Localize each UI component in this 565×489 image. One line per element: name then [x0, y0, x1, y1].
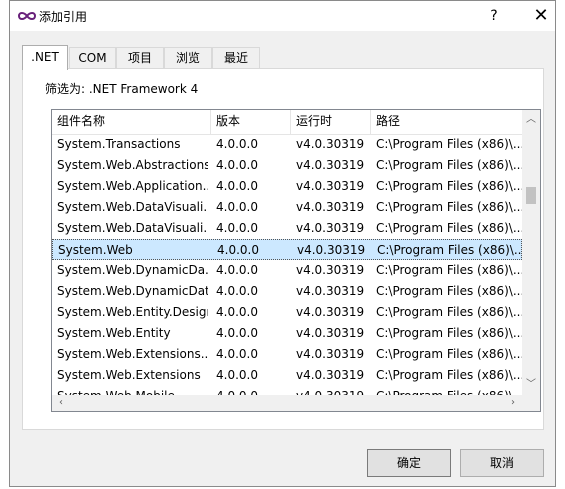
scroll-up-arrow-icon[interactable]: ︿ [522, 112, 540, 128]
cell-runtime: v4.0.30319 [297, 243, 366, 257]
table-row[interactable]: System.Web.DataVisuali... 4.0.0.0 v4.0.303… [52, 197, 522, 218]
cell-version: 4.0.0.0 [216, 326, 258, 340]
cell-version: 4.0.0.0 [216, 368, 258, 382]
cell-name: System.Web [58, 243, 133, 257]
cell-path: C:\Program Files (x86)\... [376, 347, 522, 361]
tab-projects[interactable]: 项目 [116, 47, 164, 68]
table-row[interactable]: System.Web.Application... 4.0.0.0 v4.0.303… [52, 176, 522, 197]
cell-name: System.Web.DynamicData [57, 284, 208, 298]
cell-path: C:\Program Files (x86)\... [377, 243, 522, 257]
vertical-scrollbar[interactable]: ︿ ﹀ [522, 110, 540, 395]
table-row[interactable]: System.Web.Extensions.... 4.0.0.0 v4.0.303… [52, 344, 522, 365]
tab-panel: 筛选为: .NET Framework 4 组件名称 版本 运行时 路径 Sys… [22, 68, 544, 430]
scroll-down-arrow-icon[interactable]: ﹀ [522, 377, 540, 393]
tab-dotnet[interactable]: .NET [22, 45, 68, 70]
cell-version: 4.0.0.0 [216, 137, 258, 151]
cell-name: System.Transactions [57, 137, 181, 151]
cell-path: C:\Program Files (x86)\... [376, 158, 522, 172]
table-row[interactable]: System.Web.Abstractions 4.0.0.0 v4.0.30319… [52, 155, 522, 176]
filter-label: 筛选为: .NET Framework 4 [45, 82, 199, 96]
cell-path: C:\Program Files (x86)\... [376, 326, 522, 340]
table-row[interactable]: System.Web.Extensions 4.0.0.0 v4.0.30319 C:… [52, 365, 522, 386]
cell-runtime: v4.0.30319 [296, 368, 365, 382]
cell-runtime: v4.0.30319 [296, 137, 365, 151]
table-row[interactable]: System.Web.DynamicData 4.0.0.0 v4.0.30319 C… [52, 281, 522, 302]
cell-name: System.Web.Extensions.... [57, 347, 208, 361]
cell-name: System.Web.Entity [57, 326, 171, 340]
cell-version: 4.0.0.0 [216, 221, 258, 235]
cell-version: 4.0.0.0 [216, 305, 258, 319]
cell-version: 4.0.0.0 [216, 200, 258, 214]
window-title: 添加引用 [39, 10, 88, 24]
cell-name: System.Web.DynamicDa... [57, 263, 208, 277]
cell-path: C:\Program Files (x86)\... [376, 284, 522, 298]
cell-runtime: v4.0.30319 [296, 200, 365, 214]
cell-path: C:\Program Files (x86)\... [376, 200, 522, 214]
cell-path: C:\Program Files (x86)\... [376, 137, 522, 151]
scroll-right-arrow-icon[interactable]: › [504, 395, 522, 411]
cell-name: System.Web.DataVisuali... [57, 200, 208, 214]
tab-com[interactable]: COM [69, 47, 116, 68]
horizontal-scrollbar[interactable]: ‹ › [52, 395, 522, 411]
list-rows: System.Transactions 4.0.0.0 v4.0.30319 C:\P… [52, 134, 522, 396]
cell-path: C:\Program Files (x86)\... [376, 305, 522, 319]
cell-path: C:\Program Files (x86)\... [376, 179, 522, 193]
cell-name: System.Web.Application... [57, 179, 208, 193]
add-reference-dialog: 添加引用 ? ✕ .NET COM 项目 浏览 最近 筛选为: .NET Fra… [9, 0, 556, 487]
cell-version: 4.0.0.0 [216, 263, 258, 277]
column-header-name[interactable]: 组件名称 [52, 110, 211, 134]
tab-recent[interactable]: 最近 [212, 47, 260, 68]
visual-studio-icon [17, 12, 37, 20]
vertical-scroll-thumb[interactable] [526, 187, 536, 204]
table-row[interactable]: System.Web.Entity.Design 4.0.0.0 v4.0.3031… [52, 302, 522, 323]
list-header: 组件名称 版本 运行时 路径 [52, 110, 522, 135]
table-row[interactable]: System.Web.Entity 4.0.0.0 v4.0.30319 C:\Pro… [52, 323, 522, 344]
close-button[interactable]: ✕ [527, 5, 555, 27]
cell-name: System.Web.Abstractions [57, 158, 208, 172]
cell-version: 4.0.0.0 [216, 347, 258, 361]
cell-runtime: v4.0.30319 [296, 305, 365, 319]
component-list[interactable]: 组件名称 版本 运行时 路径 System.Transactions 4.0.0.… [51, 109, 541, 412]
cell-runtime: v4.0.30319 [296, 326, 365, 340]
cell-version: 4.0.0.0 [216, 179, 258, 193]
scroll-left-arrow-icon[interactable]: ‹ [52, 395, 70, 411]
cell-name: System.Web.Extensions [57, 368, 201, 382]
cancel-button[interactable]: 取消 [460, 449, 544, 477]
cell-runtime: v4.0.30319 [296, 263, 365, 277]
column-header-runtime[interactable]: 运行时 [291, 110, 371, 134]
title-bar: 添加引用 ? ✕ [10, 1, 555, 31]
table-row[interactable]: System.Web.DataVisuali... 4.0.0.0 v4.0.303… [52, 218, 522, 239]
cell-runtime: v4.0.30319 [296, 158, 365, 172]
ok-button[interactable]: 确定 [367, 449, 451, 477]
cell-runtime: v4.0.30319 [296, 179, 365, 193]
column-header-path[interactable]: 路径 [371, 110, 522, 134]
cell-path: C:\Program Files (x86)\... [376, 221, 522, 235]
tab-browse[interactable]: 浏览 [164, 47, 212, 68]
cell-version: 4.0.0.0 [216, 158, 258, 172]
scroll-corner [522, 395, 540, 411]
cell-runtime: v4.0.30319 [296, 221, 365, 235]
cell-runtime: v4.0.30319 [296, 347, 365, 361]
column-header-version[interactable]: 版本 [211, 110, 291, 134]
table-row-selected[interactable]: System.Web 4.0.0.0 v4.0.30319 C:\Program Fi… [52, 239, 522, 260]
cell-name: System.Web.Entity.Design [57, 305, 208, 319]
cell-version: 4.0.0.0 [217, 243, 259, 257]
table-row[interactable]: System.Web.DynamicDa... 4.0.0.0 v4.0.30319… [52, 260, 522, 281]
cell-runtime: v4.0.30319 [296, 284, 365, 298]
help-button[interactable]: ? [480, 5, 508, 27]
cell-path: C:\Program Files (x86)\... [376, 368, 522, 382]
cell-version: 4.0.0.0 [216, 284, 258, 298]
cell-name: System.Web.DataVisuali... [57, 221, 208, 235]
table-row[interactable]: System.Transactions 4.0.0.0 v4.0.30319 C:\P… [52, 134, 522, 155]
cell-path: C:\Program Files (x86)\... [376, 263, 522, 277]
